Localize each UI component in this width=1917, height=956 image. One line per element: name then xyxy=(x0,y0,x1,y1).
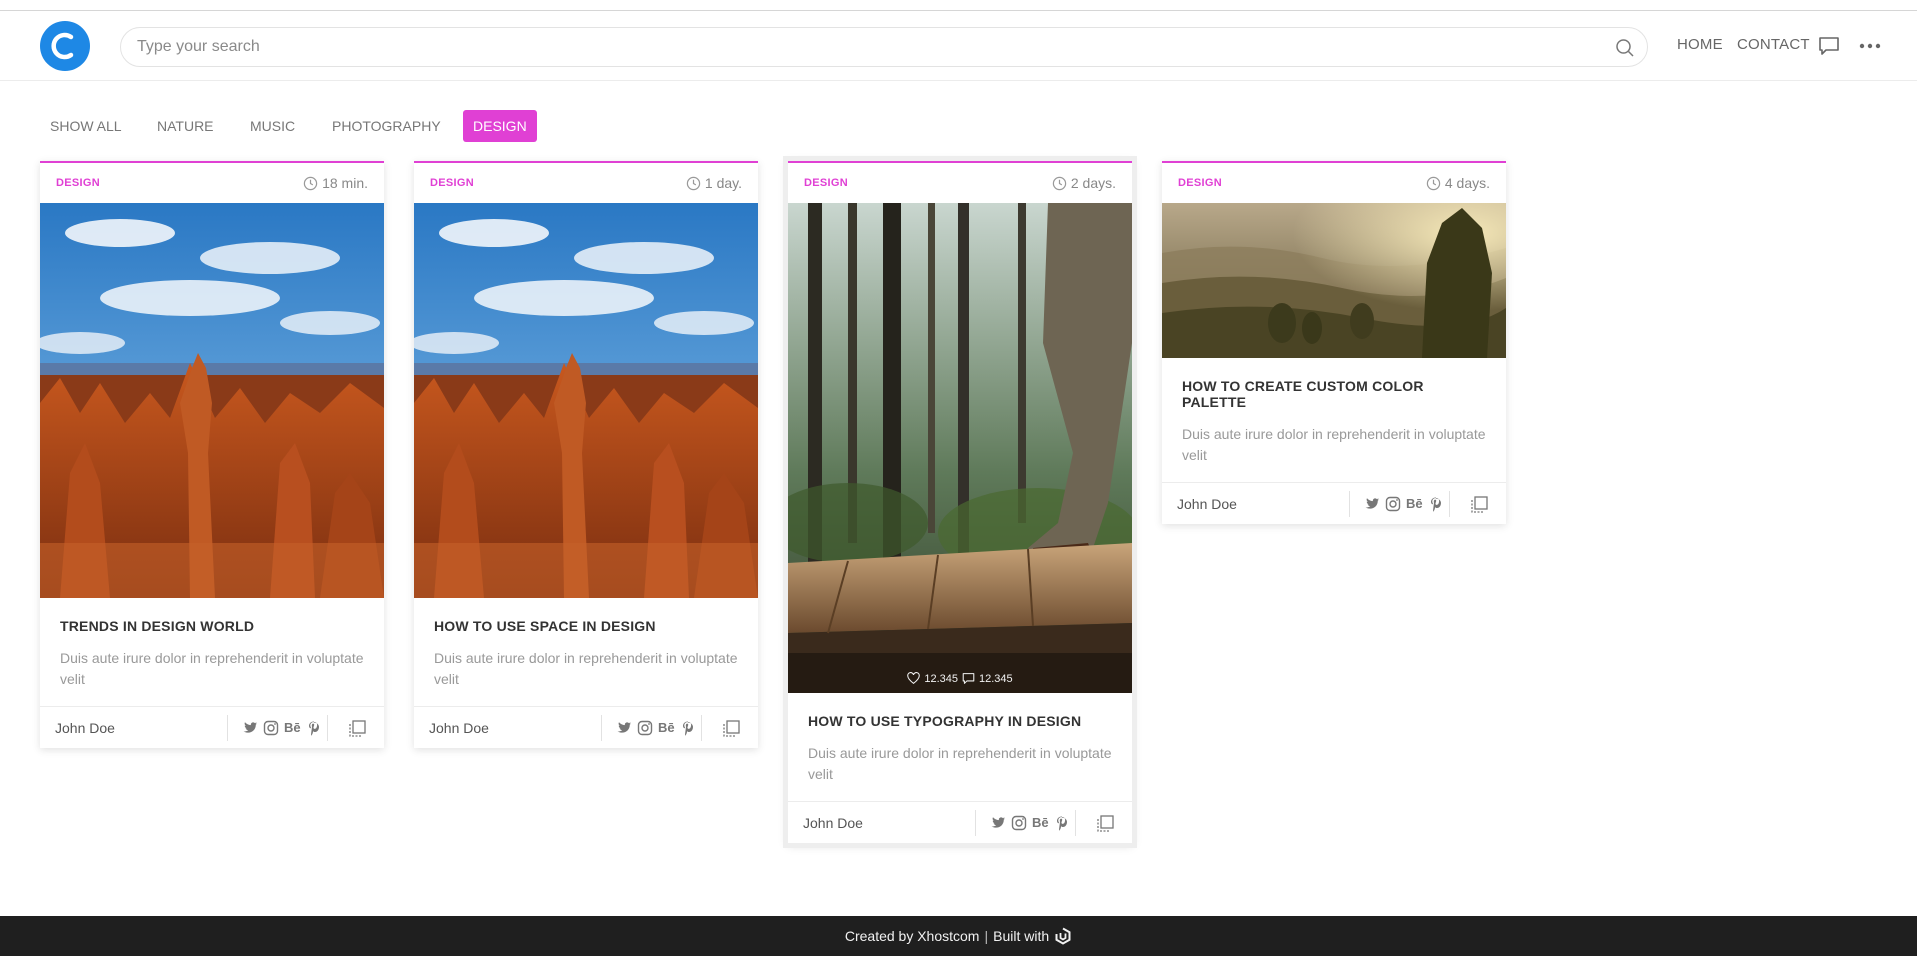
card-time: 18 min. xyxy=(303,175,368,191)
card-category[interactable]: DESIGN xyxy=(430,177,474,189)
nav-contact-link[interactable]: CONTACT xyxy=(1737,36,1810,53)
card-author[interactable]: John Doe xyxy=(429,720,489,736)
card-footer: John Doe Bē xyxy=(414,706,758,748)
behance-icon[interactable]: Bē xyxy=(658,720,675,736)
footer-divider xyxy=(227,715,228,741)
post-card[interactable]: DESIGN 1 day. HOW TO USE SPACE IN DESIGN… xyxy=(414,161,758,748)
heart-icon[interactable] xyxy=(907,672,921,685)
twitter-icon[interactable] xyxy=(990,815,1006,831)
card-footer: John Doe Bē xyxy=(788,801,1132,843)
card-author[interactable]: John Doe xyxy=(1177,496,1237,512)
instagram-icon[interactable] xyxy=(1011,815,1027,831)
pinterest-icon[interactable] xyxy=(1054,815,1070,831)
footer-divider xyxy=(601,715,602,741)
behance-icon[interactable]: Bē xyxy=(1032,815,1049,831)
footer-divider xyxy=(975,810,976,836)
card-category[interactable]: DESIGN xyxy=(1178,177,1222,189)
card-stats: 12.345 12.345 xyxy=(788,672,1132,685)
instagram-icon[interactable] xyxy=(1385,496,1401,512)
card-image-forest-walk[interactable]: 12.345 12.345 xyxy=(788,203,1132,693)
comments-count: 12.345 xyxy=(979,672,1013,685)
filter-photography[interactable]: PHOTOGRAPHY xyxy=(322,110,451,142)
social-links: Bē xyxy=(990,815,1070,831)
logo-c-icon[interactable] xyxy=(40,21,90,71)
twitter-icon[interactable] xyxy=(616,720,632,736)
card-time-text: 18 min. xyxy=(322,175,368,191)
twitter-icon[interactable] xyxy=(1364,496,1380,512)
pinterest-icon[interactable] xyxy=(1428,496,1444,512)
comment-icon[interactable] xyxy=(962,672,975,685)
card-image-canyon[interactable] xyxy=(40,203,384,598)
social-links: Bē xyxy=(1364,496,1444,512)
footer-divider xyxy=(1075,810,1076,836)
footer-separator: | xyxy=(984,928,989,944)
post-card[interactable]: DESIGN 4 days. HOW TO CREATE CUSTOM COLO… xyxy=(1162,161,1506,524)
card-title[interactable]: HOW TO CREATE CUSTOM COLOR PALETTE xyxy=(1182,378,1486,410)
pinterest-icon[interactable] xyxy=(306,720,322,736)
pinterest-icon[interactable] xyxy=(680,720,696,736)
card-time-text: 1 day. xyxy=(704,175,742,191)
copy-icon[interactable] xyxy=(1470,495,1489,514)
clock-icon xyxy=(1426,176,1441,190)
filter-design[interactable]: DESIGN xyxy=(463,110,537,142)
card-author[interactable]: John Doe xyxy=(55,720,115,736)
card-title[interactable]: TRENDS IN DESIGN WORLD xyxy=(60,618,364,634)
card-category[interactable]: DESIGN xyxy=(56,177,100,189)
footer-credit[interactable]: Created by Xhostcom xyxy=(845,928,980,944)
instagram-icon[interactable] xyxy=(263,720,279,736)
card-time-text: 4 days. xyxy=(1444,175,1490,191)
instagram-icon[interactable] xyxy=(637,720,653,736)
more-dots-icon[interactable] xyxy=(1858,35,1882,57)
copy-icon[interactable] xyxy=(348,719,367,738)
footer-divider xyxy=(327,715,328,741)
card-footer: John Doe Bē xyxy=(1162,482,1506,524)
likes-count: 12.345 xyxy=(924,672,958,685)
card-description: Duis aute irure dolor in reprehenderit i… xyxy=(434,650,738,687)
card-image-hills-sunrise[interactable] xyxy=(1162,203,1506,358)
social-links: Bē xyxy=(616,720,696,736)
footer-divider xyxy=(701,715,702,741)
card-time: 4 days. xyxy=(1426,175,1490,191)
card-time: 2 days. xyxy=(1052,175,1116,191)
copy-icon[interactable] xyxy=(1096,814,1115,833)
nav-home-link[interactable]: HOME xyxy=(1677,36,1723,53)
card-title[interactable]: HOW TO USE SPACE IN DESIGN xyxy=(434,618,738,634)
card-category[interactable]: DESIGN xyxy=(804,177,848,189)
clock-icon xyxy=(303,176,318,190)
footer-divider xyxy=(1449,491,1450,517)
top-border xyxy=(0,0,1917,11)
card-description: Duis aute irure dolor in reprehenderit i… xyxy=(808,745,1112,782)
header: HOME CONTACT xyxy=(0,11,1917,81)
search-box[interactable] xyxy=(120,27,1648,67)
post-card[interactable]: DESIGN 18 min. TRENDS IN DESIGN WORLD Du… xyxy=(40,161,384,748)
card-description: Duis aute irure dolor in reprehenderit i… xyxy=(1182,426,1486,463)
card-description: Duis aute irure dolor in reprehenderit i… xyxy=(60,650,364,687)
uikit-logo-icon[interactable] xyxy=(1054,927,1072,945)
clock-icon xyxy=(1052,176,1067,190)
behance-icon[interactable]: Bē xyxy=(1406,496,1423,512)
search-icon[interactable] xyxy=(1615,38,1635,58)
card-title[interactable]: HOW TO USE TYPOGRAPHY IN DESIGN xyxy=(808,713,1112,729)
social-links: Bē xyxy=(242,720,322,736)
copy-icon[interactable] xyxy=(722,719,741,738)
filter-show-all[interactable]: SHOW ALL xyxy=(40,110,132,142)
card-time-text: 2 days. xyxy=(1070,175,1116,191)
card-author[interactable]: John Doe xyxy=(803,815,863,831)
twitter-icon[interactable] xyxy=(242,720,258,736)
footer-built-with: Built with xyxy=(993,928,1050,944)
page-footer: Created by Xhostcom | Built with xyxy=(0,916,1917,956)
filter-music[interactable]: MUSIC xyxy=(240,110,305,142)
clock-icon xyxy=(686,176,701,190)
filter-nature[interactable]: NATURE xyxy=(147,110,224,142)
post-card[interactable]: DESIGN 2 days. 12.345 12.345 HOW TO USE … xyxy=(788,161,1132,843)
chat-icon[interactable] xyxy=(1818,35,1840,57)
card-footer: John Doe Bē xyxy=(40,706,384,748)
search-input[interactable] xyxy=(137,28,1597,66)
card-time: 1 day. xyxy=(686,175,742,191)
behance-icon[interactable]: Bē xyxy=(284,720,301,736)
card-image-canyon[interactable] xyxy=(414,203,758,598)
footer-divider xyxy=(1349,491,1350,517)
